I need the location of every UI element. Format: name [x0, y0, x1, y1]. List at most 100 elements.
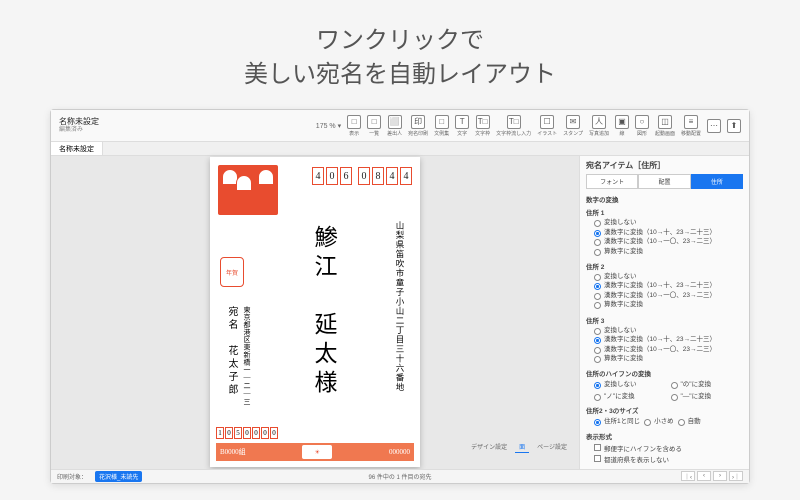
radio-icon	[594, 293, 601, 300]
view-icon: □	[347, 115, 361, 129]
sb-tab-layout[interactable]: 配置	[638, 174, 690, 189]
tool-print[interactable]: 印宛名印刷	[408, 115, 428, 137]
textbox-icon: T□	[476, 115, 490, 129]
size-small[interactable]: 小さめ	[644, 418, 674, 426]
footer-tab-design[interactable]: デザイン設定	[467, 441, 511, 453]
addr3-opt-none[interactable]: 変換しない	[594, 327, 743, 335]
radio-icon	[678, 419, 685, 426]
recipient-address: 山梨県笛吹市童子小山二丁目三十六番地	[394, 221, 406, 392]
tool-examples[interactable]: □文例集	[434, 115, 449, 137]
nav-last[interactable]: ›｜	[729, 471, 743, 481]
hyphen-dash[interactable]: "—"に変換	[671, 393, 744, 401]
nav-first[interactable]: ｜‹	[681, 471, 695, 481]
addr1-opt-san[interactable]: 算数字に変換	[594, 248, 743, 256]
radio-icon	[671, 394, 678, 401]
size-auto[interactable]: 自動	[678, 418, 701, 426]
tool-stamp[interactable]: ✉スタンプ	[563, 115, 583, 137]
tool-line[interactable]: ▣線	[615, 115, 629, 137]
tool-sender[interactable]: ⬜差出人	[387, 115, 402, 137]
canvas[interactable]: 4 0 6 0 8 4 4 年賀 宛名 花太子郎 東京都港区	[51, 156, 579, 469]
tool-photo[interactable]: 人写真追加	[589, 115, 609, 137]
radio-icon	[594, 419, 601, 426]
nav-prev[interactable]: ‹	[697, 471, 711, 481]
radio-icon	[644, 419, 651, 426]
tool-textflow[interactable]: T□文字枠流し入力	[496, 115, 531, 137]
examples-icon: □	[435, 115, 449, 129]
doc-tab-1[interactable]: 名称未設定	[51, 142, 103, 155]
addr3-opt-san[interactable]: 算数字に変換	[594, 355, 743, 363]
arrange-icon: ≡	[684, 115, 698, 129]
print-target-dropdown[interactable]: 花沢様_未読先	[95, 471, 142, 482]
nav-next[interactable]: ›	[713, 471, 727, 481]
sb-tab-address[interactable]: 住所	[691, 174, 743, 189]
tool-view[interactable]: □表示	[347, 115, 361, 137]
marketing-headline: ワンクリックで 美しい宛名を自動レイアウト	[0, 0, 800, 109]
recipient-name: 鯵江 延太様	[306, 221, 340, 399]
headline-line2: 美しい宛名を自動レイアウト	[244, 61, 556, 88]
tool-list[interactable]: □一覧	[367, 115, 381, 137]
stamp-decoration	[218, 165, 278, 215]
tool-shape[interactable]: ○図形	[635, 115, 649, 137]
list-icon: □	[367, 115, 381, 129]
textflow-icon: T□	[507, 115, 521, 129]
sb-tab-font[interactable]: フォント	[586, 174, 638, 189]
addr1-opt-kan2[interactable]: 漢数字に変換（10→一〇、23→二三）	[594, 238, 743, 246]
radio-icon	[594, 347, 601, 354]
disp-hyphen-zip[interactable]: 郵便字にハイフンを含める	[594, 443, 743, 453]
radio-icon	[594, 356, 601, 363]
radio-icon	[594, 302, 601, 309]
addr2-opt-san[interactable]: 算数字に変換	[594, 301, 743, 309]
zip-digit: 4	[312, 167, 324, 185]
postcard-preview[interactable]: 4 0 6 0 8 4 4 年賀 宛名 花太子郎 東京都港区	[210, 157, 420, 467]
size-same[interactable]: 住所1と同じ	[594, 418, 640, 426]
radio-icon	[594, 283, 601, 290]
sidebar-title: 宛名アイテム［住所］	[586, 160, 743, 171]
addr1-opt-none[interactable]: 変換しない	[594, 219, 743, 227]
tool-share[interactable]: ⬆	[727, 119, 741, 133]
zip-digit: 4	[400, 167, 412, 185]
addr2-opt-kan2[interactable]: 漢数字に変換（10→一〇、23→二三）	[594, 292, 743, 300]
addr3-opt-kan1[interactable]: 漢数字に変換（10→十、23→二十三）	[594, 336, 743, 344]
radio-icon	[594, 220, 601, 227]
more-icon: ⋯	[707, 119, 721, 133]
share-icon: ⬆	[727, 119, 741, 133]
tool-illust[interactable]: ☐イラスト	[537, 115, 557, 137]
footer-tab-face[interactable]: 面	[515, 441, 529, 453]
toolbar: 名称未設定 編集済み 175 % ▾ □表示 □一覧 ⬜差出人 印宛名印刷 □文…	[51, 110, 749, 142]
disp-hide-pref[interactable]: 都道府県を表示しない	[594, 454, 743, 464]
zoom-control[interactable]: 175 % ▾	[316, 122, 341, 130]
radio-icon	[594, 328, 601, 335]
hyphen-katakana[interactable]: "ノ"に変換	[594, 393, 667, 401]
zip-digit: 8	[372, 167, 384, 185]
tool-arrange[interactable]: ≡移動配置	[681, 115, 701, 137]
launch-icon: ◫	[658, 115, 672, 129]
sidebar-tabs: フォント 配置 住所	[586, 174, 743, 189]
line-icon: ▣	[615, 115, 629, 129]
addr2-opt-none[interactable]: 変換しない	[594, 273, 743, 281]
addr2-opt-kan1[interactable]: 漢数字に変換（10→十、23→二十三）	[594, 282, 743, 290]
illust-icon: ☐	[540, 115, 554, 129]
sender-address: 東京都港区東新橋一―二―三	[242, 306, 252, 406]
radio-icon	[594, 382, 601, 389]
radio-icon	[594, 394, 601, 401]
status-bar: 印刷対象： 花沢様_未読先 96 件中の 1 件目の宛先 ｜‹ ‹ › ›｜	[51, 469, 749, 483]
addr3-opt-kan2[interactable]: 漢数字に変換（10→一〇、23→二三）	[594, 346, 743, 354]
band-sun-icon: ☀	[302, 445, 332, 459]
addr1-opt-kan1[interactable]: 漢数字に変換（10→十、23→二十三）	[594, 229, 743, 237]
zip-digit: 4	[386, 167, 398, 185]
radio-icon	[594, 230, 601, 237]
footer-tab-page[interactable]: ページ設定	[533, 441, 571, 453]
tool-text[interactable]: T文字	[455, 115, 469, 137]
tool-textbox[interactable]: T□文字枠	[475, 115, 490, 137]
stamp-icon: ✉	[566, 115, 580, 129]
status-center: 96 件中の 1 件目の宛先	[368, 472, 431, 481]
addr1-heading: 住所 1	[586, 207, 743, 217]
recipient-zip: 4 0 6 0 8 4 4	[312, 167, 412, 185]
tool-launch[interactable]: ◫起動画面	[655, 115, 675, 137]
digit-heading: 数字の変換	[586, 194, 743, 204]
doc-subtitle: 編集済み	[59, 127, 99, 134]
document-tabs: 名称未設定	[51, 142, 749, 156]
tool-more[interactable]: ⋯	[707, 119, 721, 133]
hyphen-none[interactable]: 変換しない	[594, 381, 667, 389]
hyphen-no[interactable]: "の"に変換	[671, 381, 744, 389]
